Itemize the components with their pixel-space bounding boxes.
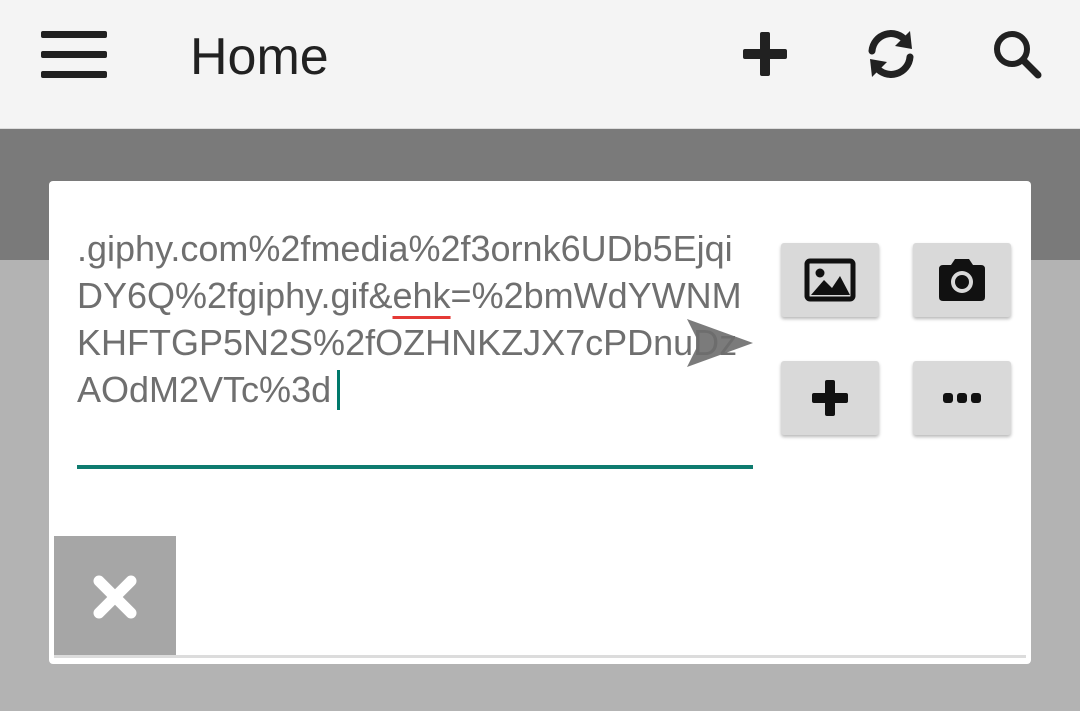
message-text: .giphy.com%2fmedia%2f3ornk6UDb5EjqiDY6Q%… (77, 225, 753, 413)
camera-button[interactable] (913, 243, 1011, 317)
compose-dialog: .giphy.com%2fmedia%2f3ornk6UDb5EjqiDY6Q%… (49, 181, 1031, 664)
close-icon (93, 575, 137, 619)
send-button[interactable] (685, 315, 755, 371)
more-options-button[interactable] (913, 361, 1011, 435)
text-cursor (337, 370, 341, 410)
send-icon (687, 319, 753, 367)
search-icon (994, 31, 1042, 79)
message-input[interactable]: .giphy.com%2fmedia%2f3ornk6UDb5EjqiDY6Q%… (77, 225, 753, 469)
refresh-button[interactable] (856, 22, 926, 86)
app-bar: Home (0, 0, 1080, 129)
close-button[interactable] (54, 536, 176, 658)
camera-icon (939, 259, 985, 301)
misspelled-word: ehk (392, 275, 451, 316)
attach-add-button[interactable] (781, 361, 879, 435)
dialog-divider (54, 655, 1026, 658)
refresh-icon (868, 30, 914, 78)
attach-image-button[interactable] (781, 243, 879, 317)
hamburger-menu-icon (41, 31, 107, 78)
add-button[interactable] (730, 22, 800, 86)
more-horizontal-icon (943, 393, 981, 403)
page-title: Home (190, 28, 329, 86)
input-underline (77, 465, 753, 469)
image-icon (804, 258, 856, 302)
plus-icon (812, 380, 848, 416)
search-button[interactable] (982, 22, 1052, 86)
plus-icon (743, 32, 787, 76)
menu-button[interactable] (30, 22, 118, 86)
